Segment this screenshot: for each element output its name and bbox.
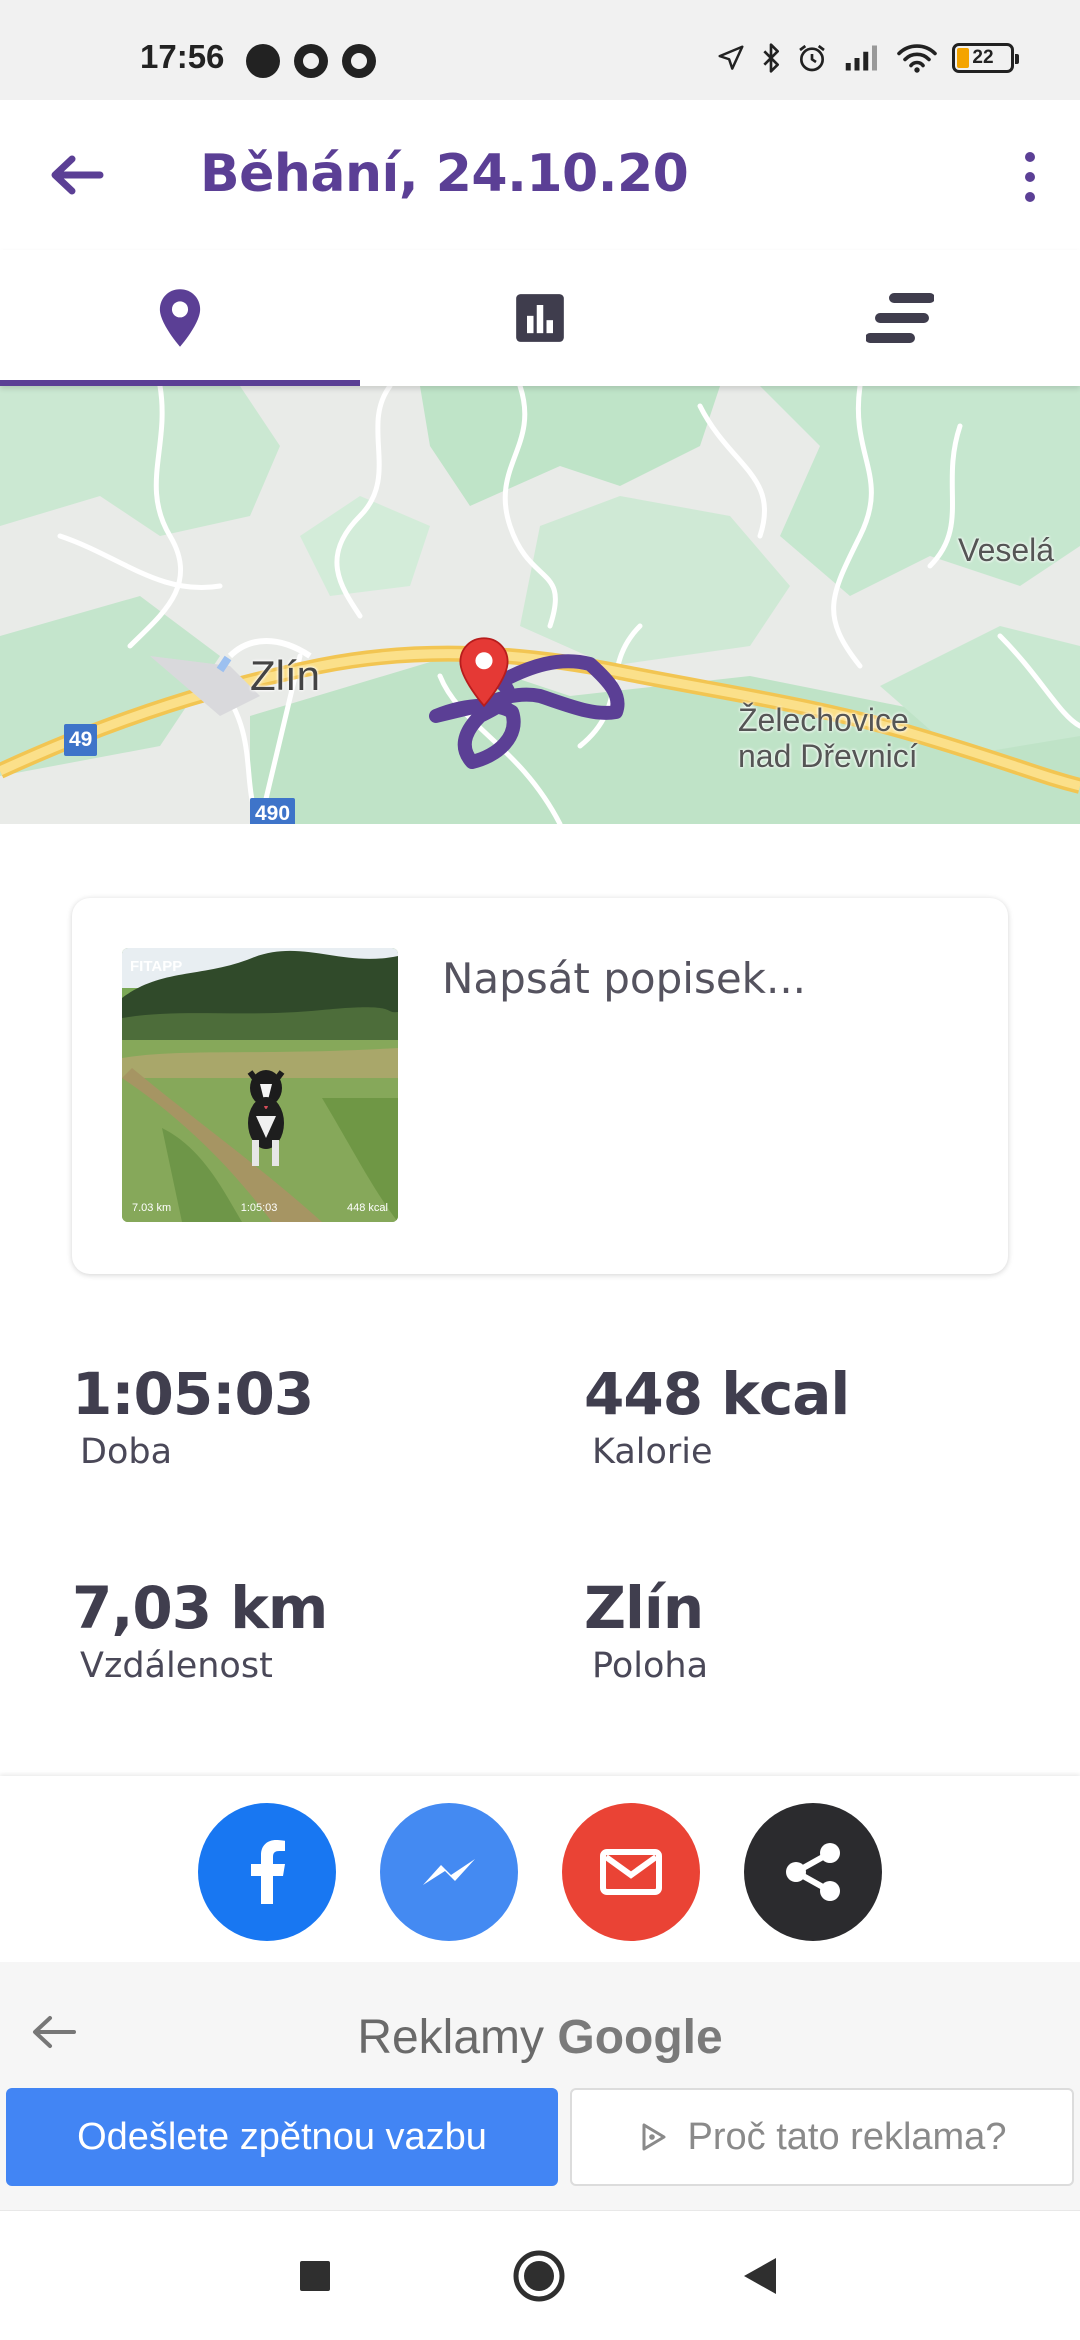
activity-card: FITAPP 7.03 km 1:05:03 448 kcal Napsát p… bbox=[72, 898, 1008, 1274]
bluetooth-icon bbox=[763, 43, 780, 73]
road-number-badge: 49 bbox=[64, 724, 98, 756]
app-bar: Běhání, 24.10.20 bbox=[0, 100, 1080, 250]
share-icon bbox=[786, 1843, 840, 1901]
map-label-zelechovice-2: nad Dřevnicí bbox=[738, 738, 918, 774]
stat-label: Doba bbox=[80, 1432, 173, 1472]
email-share-button[interactable] bbox=[562, 1803, 700, 1941]
signal-icon bbox=[845, 45, 877, 71]
map-pin-icon bbox=[159, 289, 201, 347]
mail-icon bbox=[600, 1849, 662, 1895]
status-time: 17:56 bbox=[140, 38, 225, 75]
tab-statistics[interactable] bbox=[360, 250, 720, 386]
photo-dog-image bbox=[122, 948, 398, 1222]
why-this-ad-button[interactable]: Proč tato reklama? bbox=[570, 2088, 1074, 2186]
facebook-share-button[interactable] bbox=[198, 1803, 336, 1941]
stat-calories: 448 kcal Kalorie bbox=[584, 1360, 850, 1472]
chrome-notification-icon bbox=[342, 44, 376, 78]
ad-choices-icon bbox=[642, 2123, 666, 2151]
ad-title-prefix: Reklamy bbox=[357, 2011, 558, 2064]
status-bar: 17:56 22 bbox=[0, 0, 1080, 100]
tab-map[interactable] bbox=[0, 250, 360, 386]
share-bar bbox=[0, 1776, 1080, 1962]
route-path bbox=[429, 654, 625, 769]
page-title: Běhání, 24.10.20 bbox=[200, 144, 689, 204]
road-number-badge: 490 bbox=[250, 798, 296, 824]
stat-duration: 1:05:03 Doba bbox=[72, 1360, 314, 1472]
photo-distance: 7.03 km bbox=[132, 1202, 172, 1214]
why-this-ad-label: Proč tato reklama? bbox=[687, 2115, 1007, 2158]
chrome-notification-icon bbox=[294, 44, 328, 78]
caption-field[interactable]: Napsát popisek... bbox=[442, 954, 806, 1003]
photo-duration: 1:05:03 bbox=[240, 1202, 278, 1214]
home-circle-icon[interactable] bbox=[512, 2249, 566, 2303]
map-label-city: Zlín bbox=[250, 652, 321, 699]
send-feedback-button[interactable]: Odešlete zpětnou vazbu bbox=[6, 2088, 558, 2186]
messenger-icon bbox=[423, 1859, 475, 1885]
wifi-icon bbox=[897, 44, 937, 73]
list-lines-icon bbox=[866, 293, 934, 343]
back-arrow-icon[interactable] bbox=[46, 150, 106, 200]
stat-value: 448 kcal bbox=[584, 1360, 850, 1428]
overflow-menu-icon[interactable] bbox=[1020, 152, 1040, 202]
activity-photo[interactable]: FITAPP 7.03 km 1:05:03 448 kcal bbox=[122, 948, 398, 1222]
battery-level: 22 bbox=[972, 47, 994, 68]
map-label-vesela: Veselá bbox=[958, 532, 1055, 568]
photo-overlay-stats: 7.03 km 1:05:03 448 kcal bbox=[132, 1202, 388, 1214]
stat-distance: 7,03 km Vzdálenost bbox=[72, 1574, 328, 1686]
stat-location: Zlín Poloha bbox=[584, 1574, 708, 1686]
ad-title-brand: Google bbox=[557, 2011, 723, 2064]
stat-value: 7,03 km bbox=[72, 1574, 328, 1642]
map-label-zelechovice-1: Želechovice bbox=[738, 702, 909, 738]
tab-details[interactable] bbox=[720, 250, 1080, 386]
recents-square-icon[interactable] bbox=[298, 2259, 332, 2293]
location-marker-icon bbox=[459, 637, 509, 708]
messenger-share-button[interactable] bbox=[380, 1803, 518, 1941]
back-triangle-icon[interactable] bbox=[742, 2256, 778, 2296]
stat-label: Vzdálenost bbox=[80, 1646, 273, 1686]
photo-watermark-logo: FITAPP bbox=[130, 958, 183, 975]
ad-panel: Reklamy Google Odešlete zpětnou vazbu Pr… bbox=[0, 1962, 1080, 2210]
location-arrow-icon bbox=[718, 45, 744, 70]
stat-value: Zlín bbox=[584, 1574, 704, 1642]
stat-value: 1:05:03 bbox=[72, 1360, 314, 1428]
ad-title: Reklamy Google bbox=[0, 2010, 1080, 2065]
route-map[interactable]: Zlín Veselá Želechovice nad Dřevnicí 49 … bbox=[0, 386, 1080, 824]
system-nav-bar bbox=[0, 2210, 1080, 2340]
battery-icon: 22 bbox=[952, 43, 1019, 73]
photo-calories: 448 kcal bbox=[347, 1202, 388, 1214]
bar-chart-icon bbox=[516, 294, 564, 342]
stat-label: Kalorie bbox=[592, 1432, 713, 1472]
facebook-icon bbox=[251, 1840, 285, 1904]
share-more-button[interactable] bbox=[744, 1803, 882, 1941]
messenger-notification-icon bbox=[246, 44, 280, 78]
stat-label: Poloha bbox=[592, 1646, 709, 1686]
alarm-icon bbox=[799, 44, 825, 72]
tab-bar bbox=[0, 250, 1080, 386]
